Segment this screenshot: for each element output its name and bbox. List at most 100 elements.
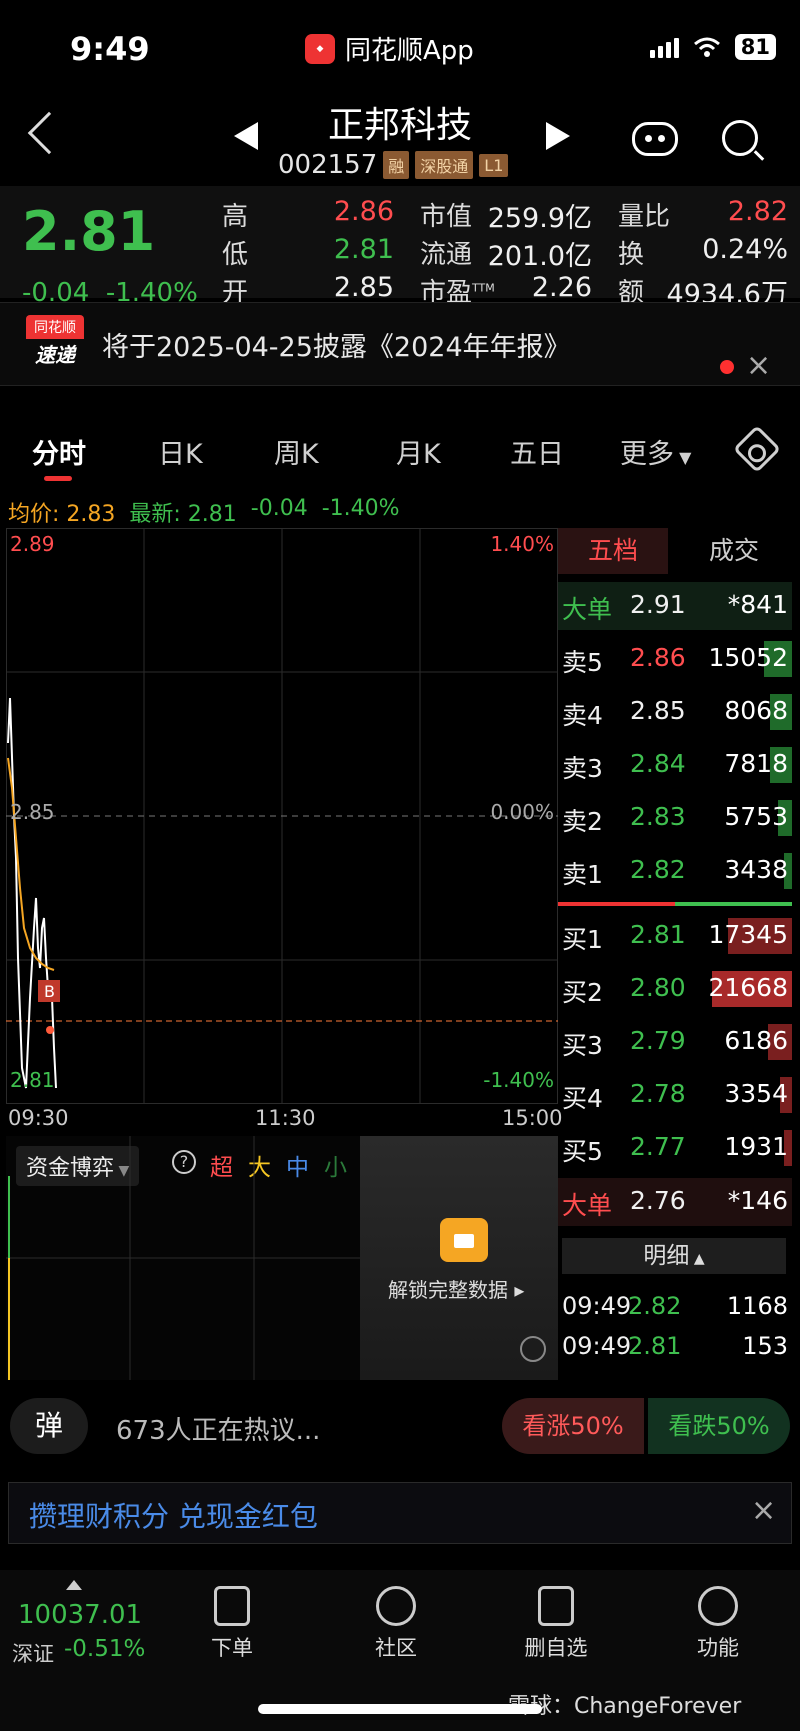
ask-label: 卖4 [562,701,603,730]
ask-label: 卖5 [562,648,603,677]
avg-price: 均价: 2.83 [8,502,116,527]
ask-vol: 15052 [708,643,788,672]
bid-price: 2.81 [630,920,686,949]
pe-value: 2.26 [531,272,592,303]
tab-more[interactable]: 更多 ▼ [620,432,691,471]
bid-vol: 21668 [708,973,788,1002]
latest-change-pct: -1.40% [321,496,400,521]
big-order-label: 大单 [562,1191,613,1220]
flow-chart [6,1136,360,1380]
bid-row-4: 买4 2.78 3354 [558,1071,792,1119]
intraday-chart[interactable]: B 2.89 2.85 2.81 1.40% 0.00% -1.40% [6,528,558,1104]
locked-data-overlay[interactable]: 解锁完整数据 ▸ [360,1136,558,1380]
tick-time: 09:49 [562,1292,632,1320]
bid-label: 买1 [562,925,603,954]
chevron-up-icon[interactable] [66,1580,82,1590]
tab-five-levels[interactable]: 五档 [558,528,668,574]
tab-intraday[interactable]: 分时 [32,432,86,471]
vote-bearish-button[interactable]: 看跌50% [648,1398,790,1454]
nav-functions[interactable]: 功能 [668,1586,768,1662]
promo-banner[interactable]: 攒理财积分 兑现金红包 × [8,1482,792,1544]
watermark: 雪球：ChangeForever [508,1694,742,1719]
unread-dot-icon [720,360,734,374]
unlock-data-link[interactable]: 解锁完整数据 ▸ [388,1274,524,1303]
news-logo-top: 同花顺 [26,315,84,339]
search-icon[interactable] [722,120,758,156]
news-bar[interactable]: 同花顺 速递 将于2025-04-25披露《2024年年报》 [0,302,800,386]
news-text[interactable]: 将于2025-04-25披露《2024年年报》 [102,325,571,364]
nav-community-label: 社区 [375,1636,417,1660]
pct-mid-label: 0.00% [490,800,554,824]
ask-price: 2.82 [630,855,686,884]
open-value: 2.85 [333,272,394,303]
tick-price: 2.81 [628,1332,682,1360]
robot-assistant-icon[interactable] [632,122,678,156]
bid-row-5: 买5 2.77 1931 [558,1124,792,1172]
avg-price-row: 均价: 2.83 最新: 2.81 -0.04 -1.40% [8,496,400,528]
discussion-text[interactable]: 673人正在热议... [116,1410,320,1447]
latest-change: -0.04 [250,496,308,521]
low-value: 2.81 [333,234,394,265]
tab-weekly-k[interactable]: 周K [274,432,319,471]
expand-icon[interactable] [520,1336,546,1362]
promo-close-button[interactable]: × [751,1493,776,1528]
chevron-down-icon: ▼ [674,448,692,467]
ask-label: 卖2 [562,807,603,836]
tab-monthly-k[interactable]: 月K [396,432,441,471]
ask-vol: 5753 [724,802,788,831]
news-close-button[interactable]: × [746,348,771,383]
app-logo-icon: ◆ [305,33,335,64]
ask-label: 卖3 [562,754,603,783]
bid-price: 2.79 [630,1026,686,1055]
detail-toggle[interactable]: 明细 ▲ [562,1238,786,1274]
quote-panel: 2.81 -0.04 -1.40% 高 低 开 2.86 2.81 2.85 市… [0,186,800,310]
tick-vol: 1168 [726,1292,788,1320]
ask-price: 2.83 [630,802,686,831]
news-logo-icon: 同花顺 速递 [26,315,84,367]
ask-row-1: 卖1 2.82 3438 [558,847,792,895]
stock-code: 002157 [278,150,378,180]
bid-row-1: 买1 2.81 17345 [558,912,792,960]
nav-order[interactable]: 下单 [182,1586,282,1662]
bid-label: 买5 [562,1137,603,1166]
home-indicator[interactable] [258,1704,542,1714]
bid-vol: 6186 [724,1026,788,1055]
chevron-up-icon: ▲ [689,1251,705,1267]
next-stock-button[interactable] [546,122,570,150]
unlock-data-label: 解锁完整数据 [388,1278,508,1302]
order-book: 五档 成交 大单 2.91 *841 卖5 2.86 15052 卖4 2.85… [558,528,792,1380]
latest-price: 最新: 2.81 [129,502,237,527]
bid-ask-divider [558,902,792,906]
bid-price: 2.80 [630,973,686,1002]
lock-icon [440,1218,488,1262]
tab-daily-k[interactable]: 日K [158,432,203,471]
order-icon [214,1586,250,1626]
big-order-top: 大单 2.91 *841 [558,582,792,630]
ask-vol: 7818 [724,749,788,778]
battery-icon: 81 [734,34,776,60]
status-app-indicator: ◆ 同花顺App [305,30,474,67]
signal-icon [649,36,679,58]
tick-price: 2.82 [628,1292,682,1320]
tab-five-day[interactable]: 五日 [510,432,564,471]
mktcap-value: 259.9亿 [487,203,592,234]
pct-top-label: 1.40% [490,532,554,556]
detail-label: 明细 [643,1243,690,1269]
vote-bullish-button[interactable]: 看涨50% [502,1398,644,1454]
x-label-close: 15:00 [502,1106,563,1130]
buy-marker: B [44,982,55,1001]
status-icons: 81 [649,34,776,60]
nav-community[interactable]: 社区 [346,1586,446,1662]
index-value[interactable]: 10037.01 [18,1600,142,1630]
chart-tabs: 分时 日K 周K 月K 五日 更多 ▼ [0,418,800,488]
tab-more-label: 更多 [620,439,674,470]
nav-remove-watchlist[interactable]: 删自选 [506,1586,606,1662]
discussion-row: 弹 673人正在热议... 看涨50% 看跌50% [0,1390,800,1466]
y-top-label: 2.89 [10,532,55,556]
ask-vol: 8068 [724,696,788,725]
tab-trades[interactable]: 成交 [676,528,792,574]
danmu-toggle-button[interactable]: 弹 [10,1398,88,1454]
index-name: 深证 [12,1642,54,1666]
big-order-price: 2.91 [630,590,686,619]
promo-text[interactable]: 攒理财积分 兑现金红包 [29,1495,318,1535]
